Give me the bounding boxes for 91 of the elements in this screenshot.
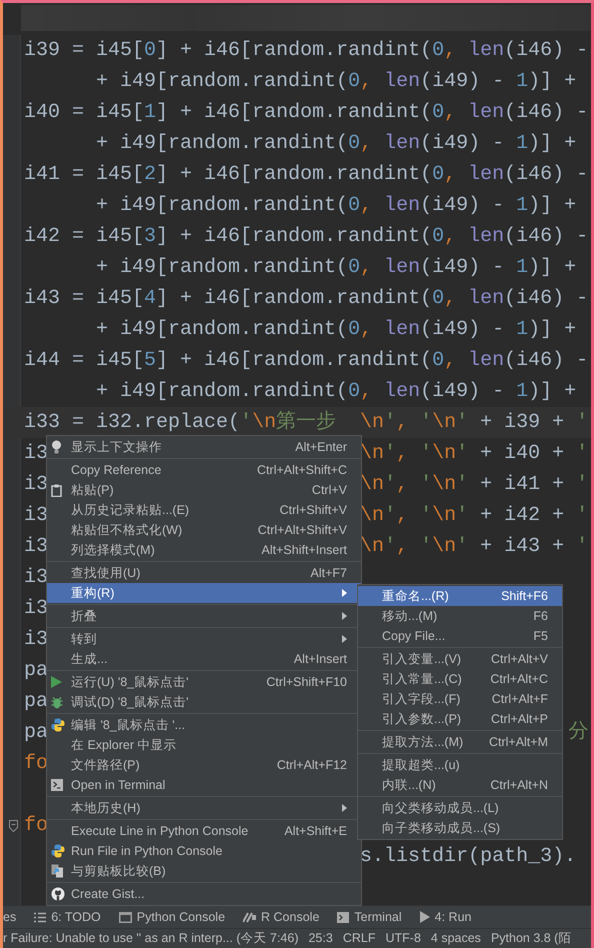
menu-item[interactable]: 移动...(M) F6 [358,606,562,626]
menu-item[interactable]: 生成... Alt+Insert [47,649,361,669]
list-icon [34,912,46,922]
menu-item[interactable]: 转到 [47,629,361,649]
menu-item[interactable]: 折叠 [47,606,361,626]
menu-item[interactable]: 在 Explorer 中显示 [47,735,361,755]
terminal-icon [337,912,350,922]
menu-item[interactable]: 列选择模式(M) Alt+Shift+Insert [47,540,361,560]
menu-item[interactable]: 提取超类...(u) [358,755,562,775]
code-text: i43 = i45[4] + i46[random.randint(0, len(i46) - [24,286,588,312]
menu-item[interactable]: 重构(R) [47,583,361,603]
menu-item[interactable]: 提取方法...(M) Ctrl+Alt+M [358,732,562,752]
status-item[interactable]: UTF-8 [385,929,421,948]
status-item[interactable]: CRLF [342,929,376,948]
code-text: + i49[random.randint(0, len(i49) - 1)] + [95,317,576,343]
fold-marker-icon[interactable] [9,820,18,832]
menu-item[interactable]: 引入变量...(V) Ctrl+Alt+V [358,649,562,669]
clipboard-icon [51,484,62,496]
code-text: \n', '\n' + i40 + ' [360,441,588,467]
menu-item[interactable]: 粘贴但不格式化(W) Ctrl+Alt+Shift+V [47,520,361,540]
code-text: pa [24,720,48,746]
menu-item[interactable]: Create Gist... [47,884,361,904]
code-text: i41 = i45[2] + i46[random.randint(0, len(i46) - [24,162,588,188]
menu-item[interactable]: 从历史记录粘贴...(E) Ctrl+Shift+V [47,500,361,520]
code-text: \n', '\n' + i41 + ' [360,472,588,498]
menu-item[interactable]: 粘贴(P) Ctrl+V [47,480,361,500]
code-text: + i49[random.randint(0, len(i49) - 1)] + [95,69,576,95]
menu-item[interactable]: 本地历史(H) [47,798,361,818]
code-text: i3 [24,503,48,529]
lightbulb-icon [51,440,62,454]
menu-item[interactable]: Copy File... F5 [358,626,562,646]
menu-item[interactable]: 调试(D) '8_鼠标点击' [47,692,361,712]
python-icon [51,844,65,858]
menu-item[interactable]: 查找使用(U) Alt+F7 [47,563,361,583]
tool-window-tab[interactable]: Python Console [118,908,226,926]
play-icon [51,676,62,688]
tool-window-tab[interactable]: Terminal [337,908,402,926]
code-text: i44 = i45[5] + i46[random.randint(0, len(i46) - [24,348,588,374]
code-text: i40 = i45[1] + i46[random.randint(0, len(i46) - [24,100,588,126]
code-text: i3 [24,534,48,560]
code-text: i3 [24,596,48,622]
menu-item[interactable]: 显示上下文操作 Alt+Enter [47,437,361,457]
menu-item[interactable]: 引入字段...(F) Ctrl+Alt+F [358,689,562,709]
status-item[interactable]: 25:3 [308,929,333,948]
menu-item[interactable]: 引入参数...(P) Ctrl+Alt+P [358,709,562,729]
compare-icon [51,864,65,878]
python-icon [51,718,65,732]
code-text: i3 [24,472,48,498]
code-text: i39 = i45[0] + i46[random.randint(0, len(i46) - [24,38,588,64]
terminal-icon [51,779,63,791]
code-text: s.listdir(path_3). [360,844,576,870]
menu-item[interactable]: Run File in Python Console [47,841,361,861]
status-item[interactable]: 4 spaces [430,929,481,948]
code-text: + i49[random.randint(0, len(i49) - 1)] + [95,379,576,405]
code-text: + i49[random.randint(0, len(i49) - 1)] + [95,255,576,281]
menu-item[interactable]: 重命名...(R) Shift+F6 [358,586,562,606]
menu-item[interactable]: 向子类移动成员...(S) [358,818,562,838]
menu-item[interactable]: 运行(U) '8_鼠标点击' Ctrl+Shift+F10 [47,672,361,692]
code-text: \n', '\n' + i43 + ' [360,534,588,560]
code-text: pa [24,658,48,684]
play-icon [420,911,430,923]
code-text: pa [24,689,48,715]
code-text: + i49[random.randint(0, len(i49) - 1)] + [95,131,576,157]
code-text: + i49[random.randint(0, len(i49) - 1)] + [95,193,576,219]
code-text: i3 [24,627,48,653]
menu-item[interactable]: Copy Reference Ctrl+Alt+Shift+C [47,460,361,480]
code-text: i3 [24,441,48,467]
menu-item[interactable]: 编辑 '8_鼠标点击 '... [47,715,361,735]
code-text: \n', '\n' + i39 + ' [360,410,588,436]
status-item[interactable]: Python 3.8 (陌 [490,929,572,948]
code-text: \n', '\n' + i42 + ' [360,503,588,529]
bug-icon [51,696,63,708]
menu-item[interactable]: 向父类移动成员...(L) [358,798,562,818]
code-text: 分 [568,720,588,746]
tool-window-tab[interactable]: R Console [243,908,320,926]
code-text: fo [24,751,48,777]
tool-window-tab[interactable]: 6: TODO [34,908,101,926]
code-text: i42 = i45[3] + i46[random.randint(0, len(i46) - [24,224,588,250]
menu-item[interactable]: 文件路径(P) Ctrl+Alt+F12 [47,755,361,775]
menu-item[interactable]: Open in Terminal [47,775,361,795]
menu-item[interactable]: 内联...(N) Ctrl+Alt+N [358,775,562,795]
menu-item[interactable]: 引入常量...(C) Ctrl+Alt+C [358,669,562,689]
code-text: i33 = i32.replace('\n第一步 [24,410,336,436]
tool-window-tab[interactable]: es [3,908,16,926]
tool-window-tab[interactable]: 4: Run [420,908,472,926]
menu-item[interactable]: Execute Line in Python Console Alt+Shift+E [47,821,361,841]
status-message: r Failure: Unable to use '' as an R interp... (今天 7:46) [3,930,298,948]
code-text: fo [24,813,48,839]
menu-item[interactable]: 与剪贴板比较(B) [47,861,361,881]
github-icon [51,887,65,901]
code-text: i3 [24,565,48,591]
